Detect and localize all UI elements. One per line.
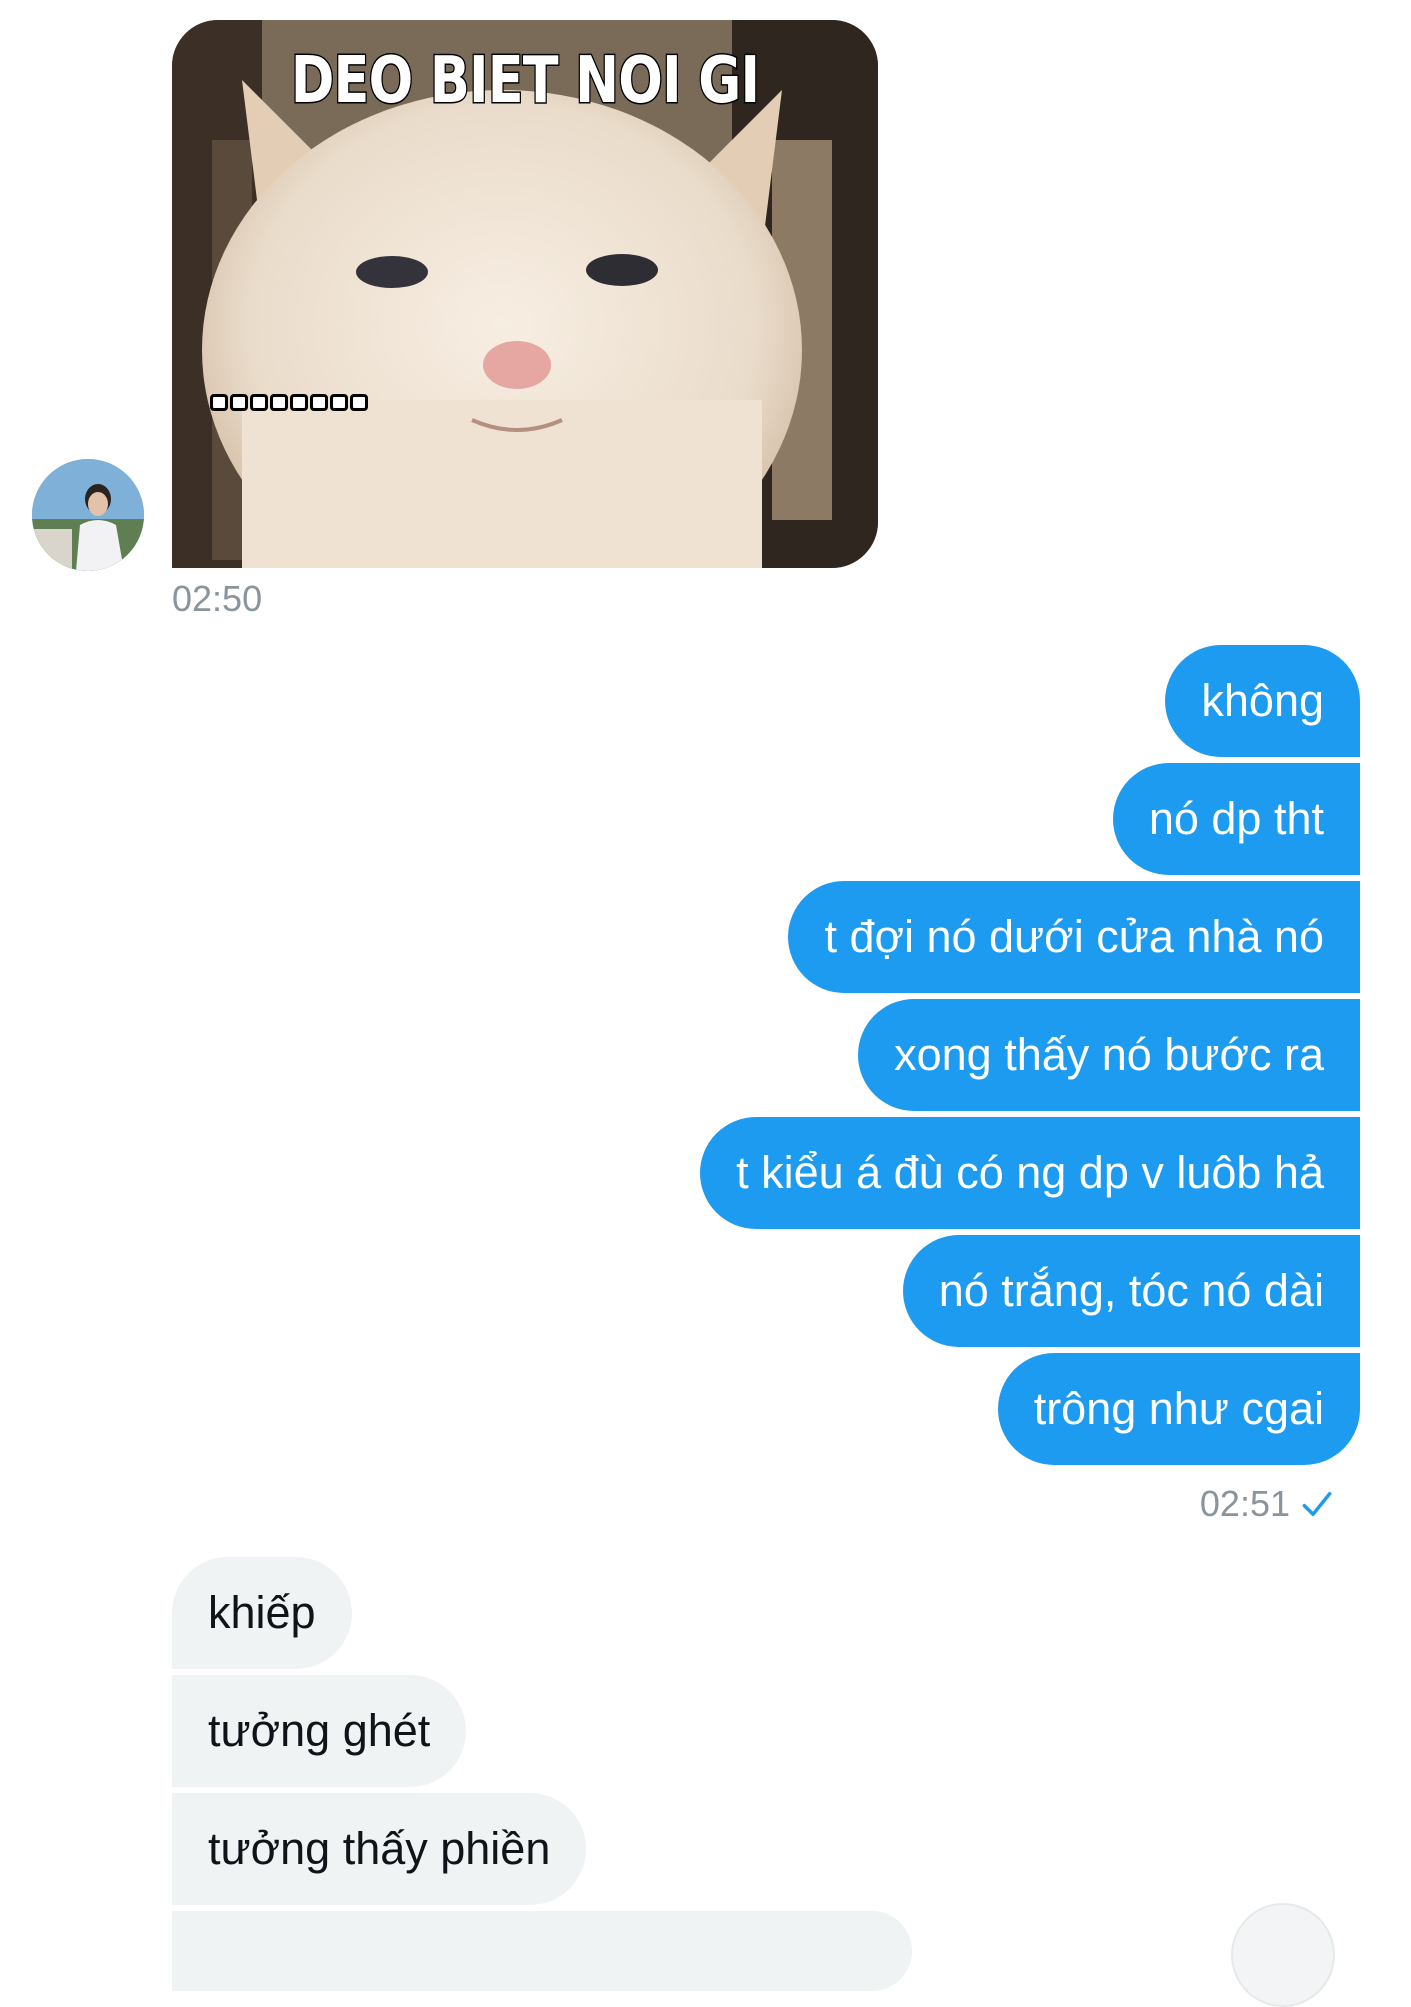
incoming-message-bubble[interactable]: tưởng ghét [172, 1675, 467, 1787]
outgoing-message-group: không nó dp tht t đợi nó dưới cửa nhà nó… [700, 645, 1360, 1465]
avatar-photo [32, 459, 144, 571]
message-timestamp: 02:50 [172, 578, 263, 619]
incoming-message-group: khiếp tưởng ghét tưởng thấy phiền [172, 1557, 912, 1991]
outgoing-message-bubble[interactable]: không [1165, 645, 1360, 757]
meme-subtitle-glyphs [210, 394, 368, 411]
outgoing-message-bubble[interactable]: t kiểu á đù có ng dp v luôb hả [700, 1117, 1360, 1229]
incoming-message-bubble-partial[interactable] [172, 1911, 912, 1991]
outgoing-status: 02:51 [1200, 1483, 1336, 1525]
outgoing-message-bubble[interactable]: nó trắng, tóc nó dài [902, 1235, 1360, 1347]
avatar[interactable] [32, 459, 144, 571]
meme-caption: DEO BIET NOI GI [290, 43, 762, 120]
outgoing-message-bubble[interactable]: xong thấy nó bước ra [858, 999, 1360, 1111]
outgoing-message-bubble[interactable]: t đợi nó dưới cửa nhà nó [788, 881, 1360, 993]
incoming-message-bubble[interactable]: tưởng thấy phiền [172, 1793, 587, 1905]
meme-image[interactable]: DEO BIET NOI GI [172, 20, 878, 568]
outgoing-message-bubble[interactable]: trông như cgai [997, 1353, 1360, 1465]
outgoing-message-bubble[interactable]: nó dp tht [1112, 763, 1360, 875]
message-timestamp: 02:51 [1199, 1483, 1290, 1524]
incoming-message-bubble[interactable]: khiếp [172, 1557, 352, 1669]
check-icon [1302, 1491, 1332, 1517]
scroll-to-bottom-button[interactable] [1231, 1903, 1335, 2007]
